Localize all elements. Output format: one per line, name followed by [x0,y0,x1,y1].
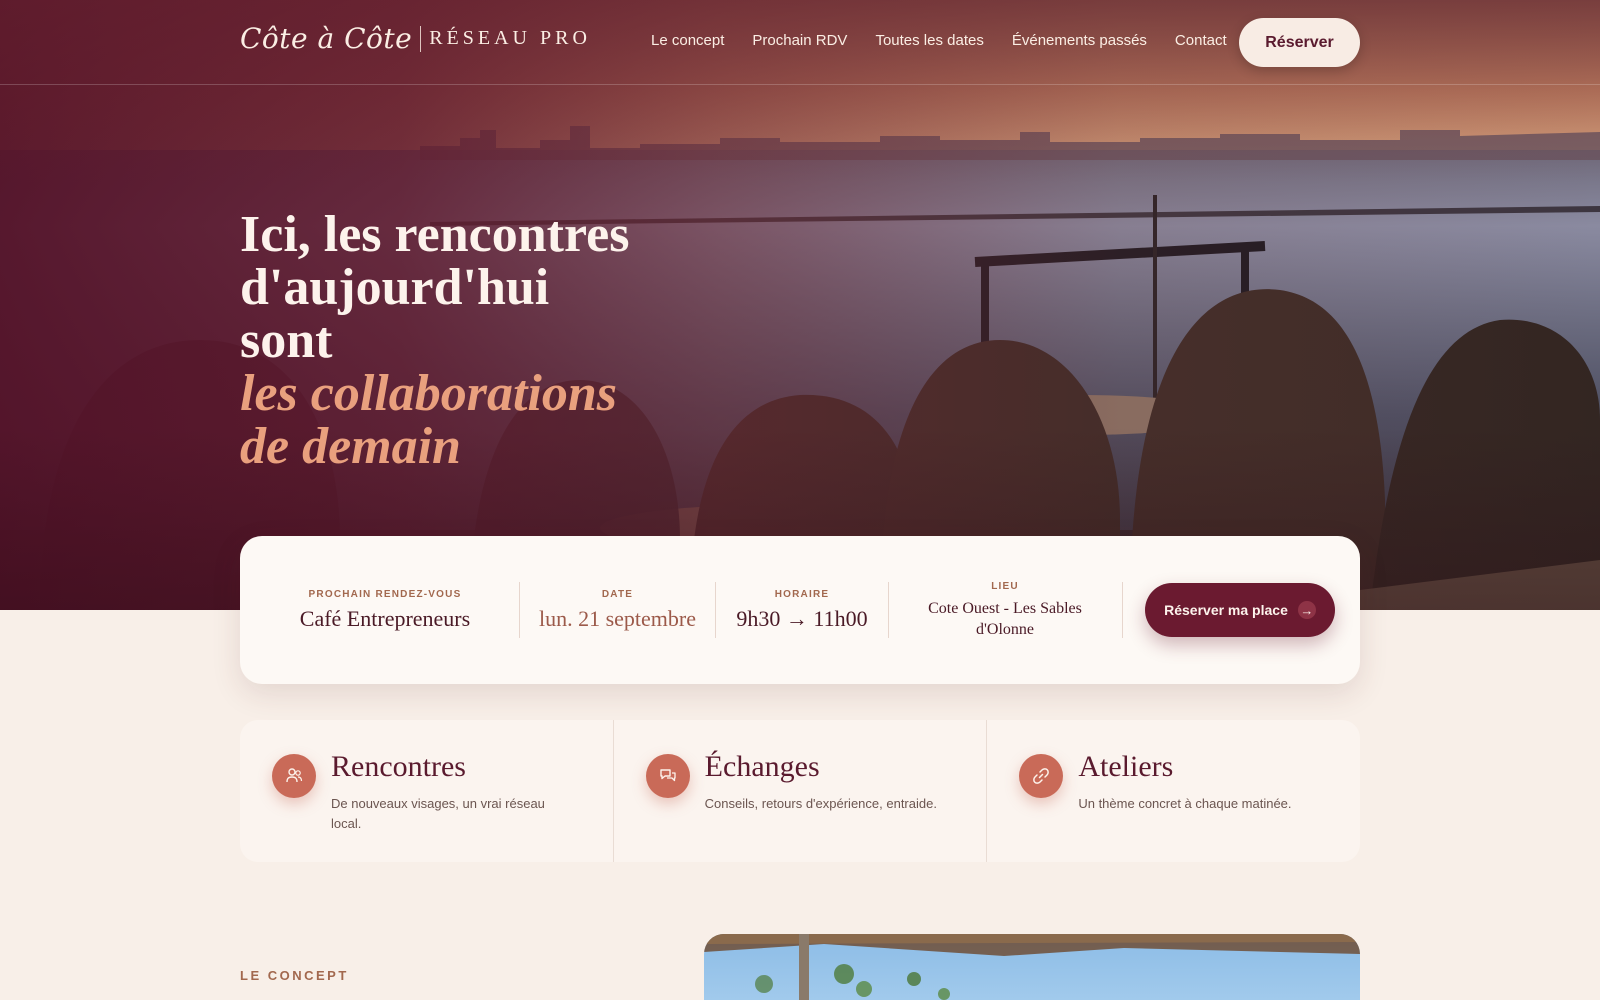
place-label: LIEU [991,580,1019,592]
event-time: 9h30 → 11h00 [736,605,868,631]
event-date-block: DATE lun. 21 septembre [520,536,715,684]
feature-description: Conseils, retours d'expérience, entraide… [704,796,937,811]
logo-pro: RÉSEAU PRO [429,27,591,49]
logo-separator [420,25,422,52]
feature-title: Ateliers [1078,750,1174,783]
reserve-my-place-label: Réserver ma place [1164,602,1288,618]
nav-link-contact[interactable]: Contact [1175,32,1227,49]
concept-section-label: LE CONCEPT [240,968,349,983]
concept-image [704,934,1360,1000]
top-nav: Côte à Côte RÉSEAU PRO Le concept Procha… [0,0,1600,85]
headline-line-3: sont [240,312,333,369]
reserve-button[interactable]: Réserver [1239,18,1360,67]
headline-accent-1: les collaborations [240,365,618,422]
divider [1122,582,1123,638]
event-name: Café Entrepreneurs [299,605,471,631]
feature-title: Rencontres [331,750,466,783]
features-strip: Rencontres De nouveaux visages, un vrai … [240,720,1360,862]
feature-ateliers: Ateliers Un thème concret à chaque matin… [987,720,1360,862]
time-label: HORAIRE [774,588,830,600]
event-place: Cote Ouest - Les Sables d'Olonne [928,599,1082,638]
feature-echanges: Échanges Conseils, retours d'expérience,… [614,720,988,862]
feature-description: Un thème concret à chaque matinée. [1078,796,1292,811]
next-event-card: PROCHAIN RENDEZ-VOUS Café Entrepreneurs … [240,536,1360,684]
divider [888,582,889,638]
feature-description: De nouveaux visages, un vrai réseau loca… [331,796,545,831]
nav-link-evenements-passes[interactable]: Événements passés [1012,32,1147,49]
hero-headline: Ici, les rencontres d'aujourd'hui sont l… [240,208,760,473]
arrow-right-icon: → [1297,601,1316,619]
reserve-my-place-button[interactable]: Réserver ma place → [1145,583,1335,637]
logo-script: Côte à Côte [240,22,413,55]
event-name-block: PROCHAIN RENDEZ-VOUS Café Entrepreneurs [260,536,510,684]
headline-line-1: Ici, les rencontres [240,206,630,263]
feature-rencontres: Rencontres De nouveaux visages, un vrai … [240,720,614,862]
event-label: PROCHAIN RENDEZ-VOUS [308,588,462,600]
nav-link-toutes-les-dates[interactable]: Toutes les dates [875,32,983,49]
event-time-block: HORAIRE 9h30 → 11h00 [716,536,888,684]
brand-logo[interactable]: Côte à Côte RÉSEAU PRO [240,22,591,55]
headline-accent-2: de demain [240,418,461,475]
headline-line-2: d'aujourd'hui [240,259,550,316]
event-place-block: LIEU Cote Ouest - Les Sables d'Olonne [900,536,1110,684]
nav-link-concept[interactable]: Le concept [651,32,724,49]
event-date: lun. 21 septembre [538,605,697,631]
main-menu: Le concept Prochain RDV Toutes les dates… [651,32,1227,49]
people-icon [272,754,316,798]
chat-icon [645,754,690,798]
date-label: DATE [601,588,634,600]
feature-title: Échanges [704,750,820,783]
nav-link-prochain-rdv[interactable]: Prochain RDV [752,32,847,49]
link-icon [1019,754,1064,798]
